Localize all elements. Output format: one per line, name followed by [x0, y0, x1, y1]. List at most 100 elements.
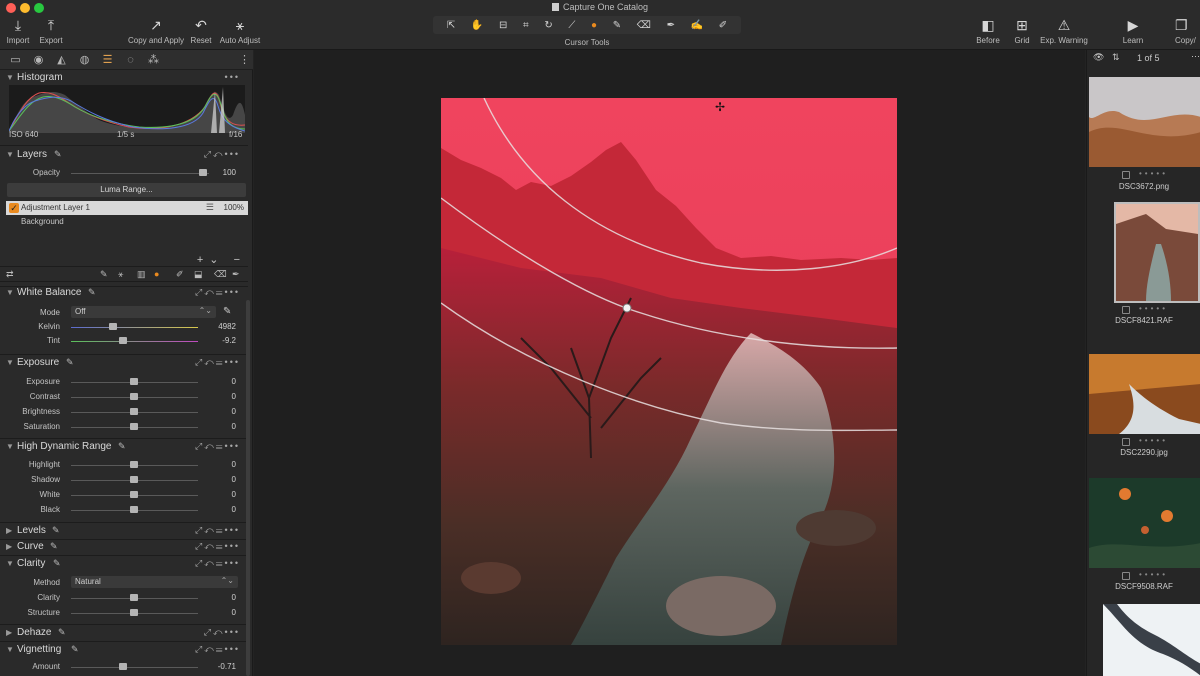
- crop-icon[interactable]: ⌗: [523, 20, 529, 31]
- thumbnail-2-checkbox[interactable]: [1122, 306, 1130, 314]
- white-balance-header[interactable]: ▼ White Balance ✎ ⤢↶☰•••: [0, 286, 248, 302]
- styles-tab-icon[interactable]: ⁂: [142, 53, 165, 66]
- library-tab-icon[interactable]: ▭: [4, 53, 27, 66]
- slider-thumb[interactable]: [130, 491, 138, 498]
- exposure-value[interactable]: 0: [232, 377, 236, 386]
- learn-button[interactable]: ▶ Learn: [1118, 16, 1148, 45]
- vignetting-header[interactable]: ▼ Vignetting ✎ ⤢↶☰•••: [0, 643, 248, 659]
- levels-header[interactable]: ▶ Levels ✎ ⤢↶☰•••: [0, 524, 248, 540]
- brush-icon[interactable]: ✎: [613, 20, 621, 31]
- shadow-slider[interactable]: Shadow 0: [0, 473, 248, 487]
- eraser-icon[interactable]: ⌫: [637, 20, 651, 31]
- pan-hand-icon[interactable]: ✋: [471, 20, 483, 31]
- refine-mask-icon[interactable]: ⌫: [214, 269, 227, 280]
- slider-thumb[interactable]: [130, 408, 138, 415]
- slider-thumb[interactable]: [130, 594, 138, 601]
- picker-icon[interactable]: ✎: [58, 627, 66, 638]
- color-picker-icon[interactable]: ✒: [667, 20, 675, 31]
- black-value[interactable]: 0: [232, 505, 236, 514]
- wb-mode-select[interactable]: Off ⌃⌄: [71, 306, 216, 318]
- structure-value[interactable]: 0: [232, 608, 236, 617]
- layer-checkbox[interactable]: ✓: [9, 203, 19, 213]
- eye-icon[interactable]: 👁: [1093, 52, 1104, 63]
- exposure-warning-button[interactable]: ⚠ Exp. Warning: [1038, 16, 1090, 45]
- amount-value[interactable]: -0.71: [218, 662, 236, 671]
- clarity-value[interactable]: 0: [232, 593, 236, 602]
- copy-button[interactable]: ❐ Copy/: [1175, 16, 1200, 45]
- black-slider[interactable]: Black 0: [0, 503, 248, 517]
- annotate-icon[interactable]: ✍: [691, 20, 703, 31]
- layer-adjustment-1[interactable]: ✓ Adjustment Layer 1 ☰ 100%: [6, 201, 248, 215]
- clarity-slider[interactable]: Clarity 0: [0, 591, 248, 605]
- thumbnail-3-rating[interactable]: •••••: [1139, 436, 1168, 445]
- pen-icon[interactable]: ✐: [719, 20, 727, 31]
- slider-thumb[interactable]: [119, 663, 127, 670]
- fill-mask-icon[interactable]: ⬓: [194, 269, 203, 280]
- picker-icon[interactable]: ✎: [88, 287, 96, 298]
- keystone-icon[interactable]: ⟋: [568, 20, 575, 31]
- picker-icon[interactable]: ✎: [52, 525, 60, 536]
- slider-thumb[interactable]: [130, 609, 138, 616]
- kelvin-value[interactable]: 4982: [218, 322, 236, 331]
- shadow-value[interactable]: 0: [232, 475, 236, 484]
- highlight-slider[interactable]: Highlight 0: [0, 458, 248, 472]
- brush-tool-icon[interactable]: ✎: [100, 269, 108, 280]
- slider-thumb[interactable]: [199, 169, 207, 176]
- linear-gradient-icon[interactable]: ▥: [137, 269, 146, 280]
- magic-brush-icon[interactable]: ⚹: [118, 269, 123, 280]
- clarity-header[interactable]: ▼ Clarity ✎ ⤢↶☰•••: [0, 557, 248, 573]
- left-panel-scrollbar[interactable]: [246, 300, 250, 676]
- saturation-value[interactable]: 0: [232, 422, 236, 431]
- reset-button[interactable]: ↶ Reset: [189, 16, 213, 45]
- contrast-value[interactable]: 0: [232, 392, 236, 401]
- exposure-slider[interactable]: Exposure 0: [0, 375, 248, 389]
- import-button[interactable]: ⤓ Import: [5, 16, 31, 45]
- grid-button[interactable]: ⊞ Grid: [1010, 16, 1034, 45]
- draw-mask-icon[interactable]: ✒: [232, 269, 240, 280]
- photo-canvas[interactable]: [441, 98, 897, 645]
- layers-actions-icon[interactable]: ⤢↶•••: [204, 149, 240, 160]
- color-tab-icon[interactable]: ◍: [73, 53, 96, 66]
- picker-icon[interactable]: ✎: [50, 541, 58, 552]
- picker-icon[interactable]: ✎: [66, 357, 74, 368]
- thumbnail-1-rating[interactable]: •••••: [1139, 169, 1168, 178]
- section-actions-icon[interactable]: ⤢↶☰•••: [195, 525, 240, 536]
- saturation-slider[interactable]: Saturation 0: [0, 420, 248, 434]
- thumbnail-3-checkbox[interactable]: [1122, 438, 1130, 446]
- thumbnail-3[interactable]: [1089, 354, 1200, 434]
- brightness-value[interactable]: 0: [232, 407, 236, 416]
- slider-thumb[interactable]: [130, 423, 138, 430]
- thumbnail-4[interactable]: [1089, 478, 1200, 568]
- slider-thumb[interactable]: [130, 506, 138, 513]
- add-remove-layer[interactable]: +⌄ −: [197, 253, 246, 266]
- slider-thumb[interactable]: [130, 378, 138, 385]
- section-actions-icon[interactable]: ⤢↶•••: [204, 627, 240, 638]
- section-actions-icon[interactable]: ⤢↶☰•••: [195, 644, 240, 655]
- thumbnail-5[interactable]: [1103, 604, 1200, 676]
- thumbnail-4-checkbox[interactable]: [1122, 572, 1130, 580]
- more-icon[interactable]: •••: [225, 72, 240, 82]
- radial-gradient-icon[interactable]: ●: [154, 269, 159, 279]
- slider-thumb[interactable]: [130, 461, 138, 468]
- more-icon[interactable]: ⋯: [1191, 51, 1200, 62]
- slider-thumb[interactable]: [119, 337, 127, 344]
- tint-slider[interactable]: Tint -9.2: [0, 334, 248, 348]
- section-actions-icon[interactable]: ⤢↶☰•••: [195, 541, 240, 552]
- capture-tab-icon[interactable]: ◉: [27, 53, 50, 66]
- slider-thumb[interactable]: [130, 393, 138, 400]
- thumbnail-1[interactable]: [1089, 77, 1200, 167]
- contrast-slider[interactable]: Contrast 0: [0, 390, 248, 404]
- thumbnail-1-checkbox[interactable]: [1122, 171, 1130, 179]
- swap-icon[interactable]: ⇄: [6, 269, 14, 280]
- erase-mask-icon[interactable]: ✐: [176, 269, 184, 280]
- thumbnail-4-rating[interactable]: •••••: [1139, 570, 1168, 579]
- thumbnail-2-selected[interactable]: [1114, 202, 1200, 303]
- details-tab-icon[interactable]: ◌: [119, 54, 142, 66]
- copy-apply-button[interactable]: ↗ Copy and Apply: [125, 16, 187, 45]
- panel-menu-icon[interactable]: ⋮: [239, 53, 250, 66]
- exposure-header[interactable]: ▼ Exposure ✎ ⤢↶☰•••: [0, 356, 248, 372]
- slider-thumb[interactable]: [130, 476, 138, 483]
- layers-header[interactable]: ▼ Layers ✎ ⤢↶•••: [0, 148, 248, 164]
- section-actions-icon[interactable]: ⤢↶☰•••: [195, 558, 240, 569]
- section-actions-icon[interactable]: ⤢↶☰•••: [195, 357, 240, 368]
